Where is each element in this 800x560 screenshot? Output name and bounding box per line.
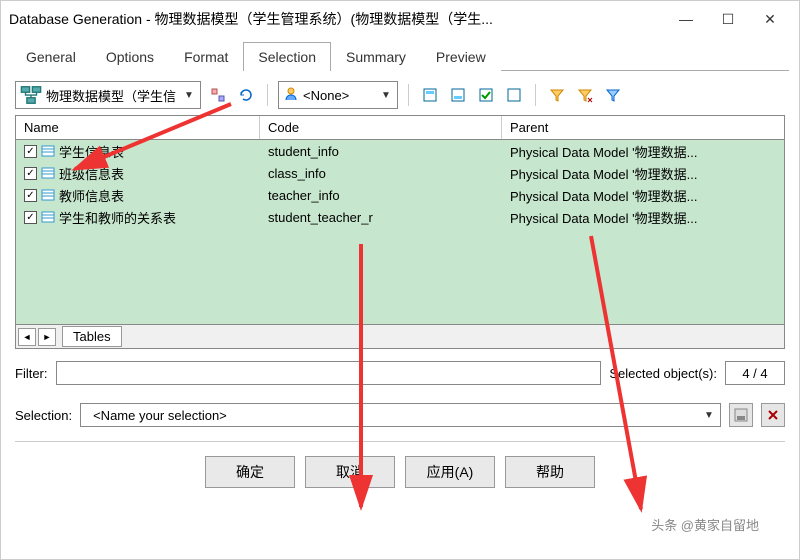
tab-format[interactable]: Format (169, 42, 243, 71)
divider (15, 441, 785, 442)
delete-selection-button[interactable] (761, 403, 785, 427)
watermark: 头条 @黄家自留地 (647, 514, 763, 535)
separator (535, 84, 536, 106)
scroll-left-button[interactable]: ◄ (18, 328, 36, 346)
table-row[interactable]: ✓ 班级信息表 class_info Physical Data Model '… (16, 162, 784, 184)
selection-combo[interactable]: <Name your selection> ▼ (80, 403, 721, 427)
help-button[interactable]: 帮助 (505, 456, 595, 488)
owner-combo[interactable]: <None> ▼ (278, 81, 398, 109)
table-icon (41, 188, 55, 202)
selected-objects-count: 4 / 4 (725, 361, 785, 385)
refresh-button[interactable] (235, 84, 257, 106)
row-code: student_info (268, 144, 339, 159)
close-button[interactable]: ✕ (749, 5, 791, 33)
row-name: 学生信息表 (59, 142, 124, 161)
row-parent: Physical Data Model '物理数据... (510, 164, 697, 183)
subtab-bar: ◄ ► Tables (16, 324, 784, 348)
select-all-button[interactable] (475, 84, 497, 106)
column-name[interactable]: Name (16, 116, 260, 139)
row-parent: Physical Data Model '物理数据... (510, 142, 697, 161)
selected-objects-label: Selected object(s): (609, 366, 717, 381)
include-sub-button[interactable] (207, 84, 229, 106)
model-combo[interactable]: 物理数据模型（学生信 ▼ (15, 81, 201, 109)
scroll-right-button[interactable]: ► (38, 328, 56, 346)
row-checkbox[interactable]: ✓ (24, 189, 37, 202)
selection-label: Selection: (15, 408, 72, 423)
deselect-all-button[interactable] (503, 84, 525, 106)
tab-general[interactable]: General (11, 42, 91, 71)
filter-input[interactable] (56, 361, 602, 385)
subtab-tables[interactable]: Tables (62, 326, 122, 347)
row-code: student_teacher_r (268, 210, 373, 225)
table-icon (41, 166, 55, 180)
tab-bar: General Options Format Selection Summary… (11, 41, 789, 71)
column-code[interactable]: Code (260, 116, 502, 139)
table-icon (41, 144, 55, 158)
ok-button[interactable]: 确定 (205, 456, 295, 488)
table-row[interactable]: ✓ 学生和教师的关系表 student_teacher_r Physical D… (16, 206, 784, 228)
separator (267, 84, 268, 106)
chevron-down-icon: ▼ (379, 90, 393, 101)
row-code: teacher_info (268, 188, 340, 203)
row-name: 学生和教师的关系表 (59, 208, 176, 227)
tab-options[interactable]: Options (91, 42, 169, 71)
window-title: Database Generation - 物理数据模型（学生管理系统）(物理数… (9, 9, 493, 29)
table-row[interactable]: ✓ 教师信息表 teacher_info Physical Data Model… (16, 184, 784, 206)
apply-button[interactable]: 应用(A) (405, 456, 495, 488)
separator (408, 84, 409, 106)
tab-preview[interactable]: Preview (421, 42, 501, 71)
user-icon (283, 86, 299, 105)
chevron-down-icon: ▼ (182, 90, 196, 101)
cancel-button[interactable]: 取消 (305, 456, 395, 488)
column-parent[interactable]: Parent (502, 116, 784, 139)
filter-button-1[interactable] (546, 84, 568, 106)
selection-combo-text: <Name your selection> (93, 408, 227, 423)
tool-button-1[interactable] (419, 84, 441, 106)
model-icon (20, 84, 42, 106)
row-checkbox[interactable]: ✓ (24, 167, 37, 180)
row-parent: Physical Data Model '物理数据... (510, 186, 697, 205)
owner-combo-text: <None> (299, 88, 379, 103)
row-name: 班级信息表 (59, 164, 124, 183)
tab-selection[interactable]: Selection (243, 42, 331, 71)
filter-label: Filter: (15, 366, 48, 381)
tab-summary[interactable]: Summary (331, 42, 421, 71)
row-name: 教师信息表 (59, 186, 124, 205)
maximize-button[interactable]: ☐ (707, 5, 749, 33)
model-combo-text: 物理数据模型（学生信 (42, 86, 182, 105)
chevron-down-icon: ▼ (702, 410, 716, 421)
object-table: Name Code Parent ✓ 学生信息表 student_info Ph… (15, 115, 785, 349)
minimize-button[interactable]: — (665, 5, 707, 33)
filter-button-2[interactable] (574, 84, 596, 106)
row-code: class_info (268, 166, 326, 181)
filter-button-3[interactable] (602, 84, 624, 106)
row-checkbox[interactable]: ✓ (24, 211, 37, 224)
save-selection-button[interactable] (729, 403, 753, 427)
table-icon (41, 210, 55, 224)
row-parent: Physical Data Model '物理数据... (510, 208, 697, 227)
row-checkbox[interactable]: ✓ (24, 145, 37, 158)
table-row[interactable]: ✓ 学生信息表 student_info Physical Data Model… (16, 140, 784, 162)
tool-button-2[interactable] (447, 84, 469, 106)
